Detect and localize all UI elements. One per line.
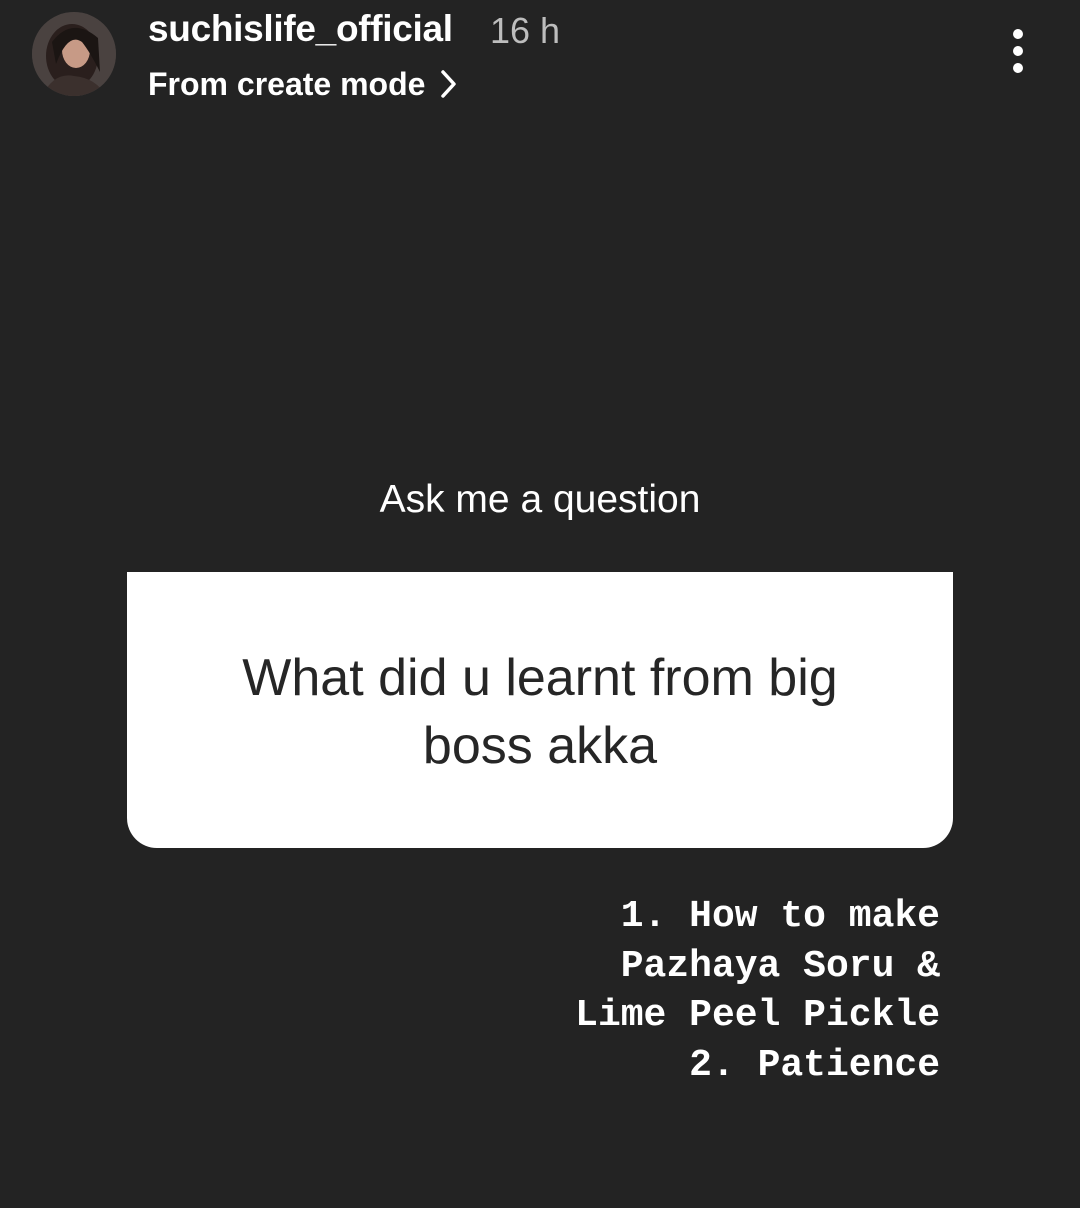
question-prompt: Ask me a question xyxy=(379,478,701,521)
more-vertical-icon xyxy=(1013,29,1023,73)
username[interactable]: suchislife_official xyxy=(148,8,453,50)
answer-line: 1. How to make xyxy=(620,895,940,938)
avatar-photo xyxy=(32,12,116,96)
answer-text: 1. How to make Pazhaya Soru & Lime Peel … xyxy=(420,892,940,1090)
chevron-right-icon xyxy=(441,70,457,98)
more-options-button[interactable] xyxy=(996,24,1040,80)
post-timestamp: 16 h xyxy=(490,10,561,51)
create-mode-label: From create mode xyxy=(148,65,426,102)
story-header: suchislife_official 16 h From create mod… xyxy=(0,0,1080,120)
question-card: What did u learnt from big boss akka xyxy=(127,572,953,848)
avatar[interactable] xyxy=(32,12,116,96)
answer-line: Pazhaya Soru & xyxy=(620,944,940,988)
answer-line: 2. Patience xyxy=(689,1043,940,1087)
answer-line: Lime Peel Pickle xyxy=(575,994,940,1037)
question-text: What did u learnt from big boss akka xyxy=(242,649,838,775)
create-mode-link[interactable]: From create mode xyxy=(148,62,459,106)
